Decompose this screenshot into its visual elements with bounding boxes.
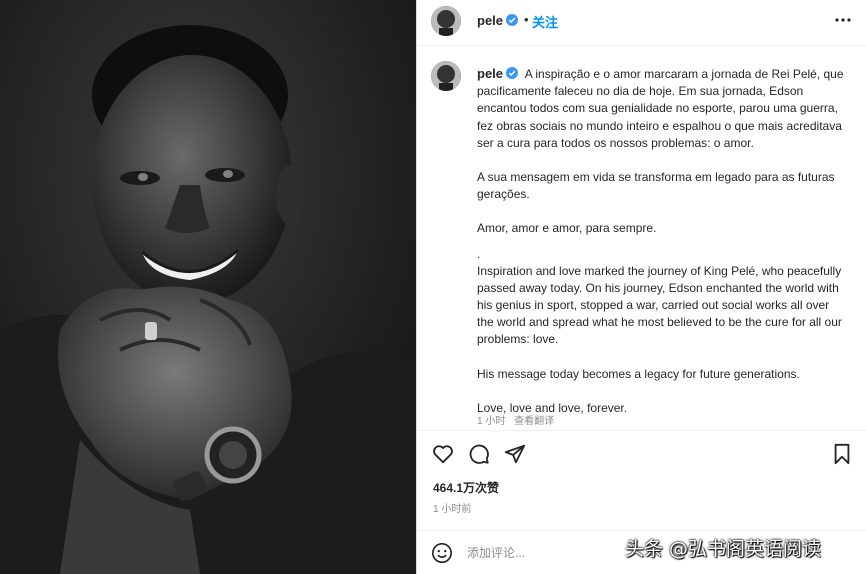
post-header: pele • 关注 [417, 0, 866, 46]
caption-paragraph-1: A inspiração e o amor marcaram a jornada… [477, 67, 844, 150]
caption-paragraph-6: His message today becomes a legacy for f… [477, 366, 800, 381]
more-options-icon[interactable] [833, 10, 853, 30]
caption-meta: 1 小时 查看翻译 [477, 412, 560, 427]
portrait-image [0, 0, 416, 574]
caption-paragraph-2: A sua mensagem em vida se transforma em … [477, 170, 835, 202]
caption-text: pele A inspiração e o amor marcaram a jo… [477, 65, 845, 429]
paper-plane-icon[interactable] [504, 443, 526, 465]
caption-avatar[interactable] [431, 61, 461, 91]
follow-button[interactable]: 关注 [532, 12, 558, 31]
caption-paragraph-5: Inspiration and love marked the journey … [477, 263, 842, 347]
caption-time: 1 小时 [477, 416, 506, 427]
comment-bubble-icon[interactable] [468, 443, 490, 465]
likes-count[interactable]: 464.1万次赞 [433, 479, 499, 496]
caption-username[interactable]: pele [477, 66, 519, 81]
bookmark-icon[interactable] [831, 443, 853, 465]
username-text[interactable]: pele [477, 13, 503, 28]
verified-badge-icon [506, 67, 519, 79]
heart-icon[interactable] [432, 443, 454, 465]
action-bar [417, 430, 866, 476]
post-detail-panel: pele • 关注 pele A inspiração e o amor mar… [416, 0, 866, 574]
posted-time: 1 小时前 [433, 504, 472, 515]
post-photo[interactable] [0, 0, 416, 574]
separator-dot: • [524, 12, 529, 27]
caption-area: pele A inspiração e o amor marcaram a jo… [417, 47, 866, 429]
watermark: 头条 @弘书阁英语阅读 [625, 538, 822, 560]
username[interactable]: pele [477, 13, 519, 28]
verified-badge-icon [506, 14, 519, 26]
avatar[interactable] [431, 6, 461, 36]
caption-paragraph-3: Amor, amor e amor, para sempre. [477, 221, 657, 236]
smiley-icon[interactable] [431, 542, 453, 564]
comment-input[interactable] [467, 543, 647, 563]
caption-paragraph-4: . [477, 246, 481, 261]
translate-link[interactable]: 查看翻译 [514, 416, 554, 427]
